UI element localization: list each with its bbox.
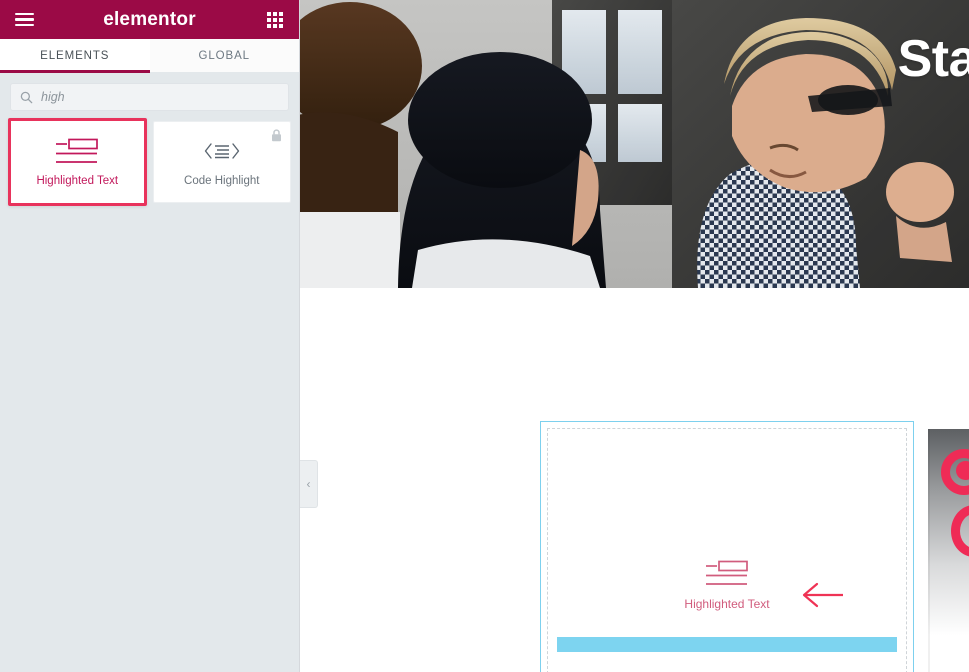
arrow-left-icon	[797, 582, 845, 613]
hero-image-section: Sta	[300, 0, 969, 288]
tab-global[interactable]: GLOBAL	[149, 39, 299, 72]
elementor-editor: elementor ELEMENTS GLOBAL high Highlight…	[0, 0, 969, 672]
widget-list: Highlighted Text Code Highlight	[0, 118, 299, 206]
dragged-widget-label: Highlighted Text	[684, 597, 770, 611]
widgets-grid-icon[interactable]	[262, 7, 288, 33]
editor-side-panel: elementor ELEMENTS GLOBAL high Highlight…	[0, 0, 300, 672]
canvas-whitespace	[300, 288, 969, 415]
dragged-widget-preview: Highlighted Text	[684, 558, 844, 611]
panel-collapse-button[interactable]: ‹	[300, 460, 318, 508]
widget-label: Code Highlight	[184, 174, 260, 187]
tab-elements[interactable]: ELEMENTS	[0, 39, 150, 73]
page-canvas: Sta Highlighted Text	[300, 0, 969, 672]
red-circle-dot	[956, 461, 969, 480]
highlighted-text-icon	[55, 136, 99, 166]
search-input[interactable]	[41, 90, 279, 104]
side-card-partial[interactable]	[928, 429, 969, 672]
hero-photo	[300, 0, 969, 288]
side-card-edge	[928, 429, 930, 672]
code-highlight-icon	[203, 136, 241, 166]
widget-label: Highlighted Text	[36, 174, 119, 187]
hamburger-menu-icon[interactable]	[11, 7, 37, 33]
widget-card-code-highlight[interactable]: Code Highlight	[152, 121, 291, 203]
search-box[interactable]	[10, 83, 289, 111]
search-container	[0, 72, 299, 121]
widget-card-highlighted-text[interactable]: Highlighted Text	[8, 118, 147, 206]
panel-header: elementor	[0, 0, 299, 39]
highlighted-text-icon	[705, 558, 749, 588]
lock-icon	[271, 129, 282, 147]
hero-heading: Sta	[897, 30, 969, 88]
search-icon	[20, 91, 33, 103]
panel-tabs: ELEMENTS GLOBAL	[0, 39, 299, 73]
drop-target-section[interactable]: Highlighted Text	[540, 421, 914, 672]
elementor-logo: elementor	[103, 8, 196, 30]
drop-target-column[interactable]: Highlighted Text	[547, 428, 907, 672]
red-circle-lower	[951, 505, 969, 557]
drop-position-indicator	[557, 637, 897, 652]
